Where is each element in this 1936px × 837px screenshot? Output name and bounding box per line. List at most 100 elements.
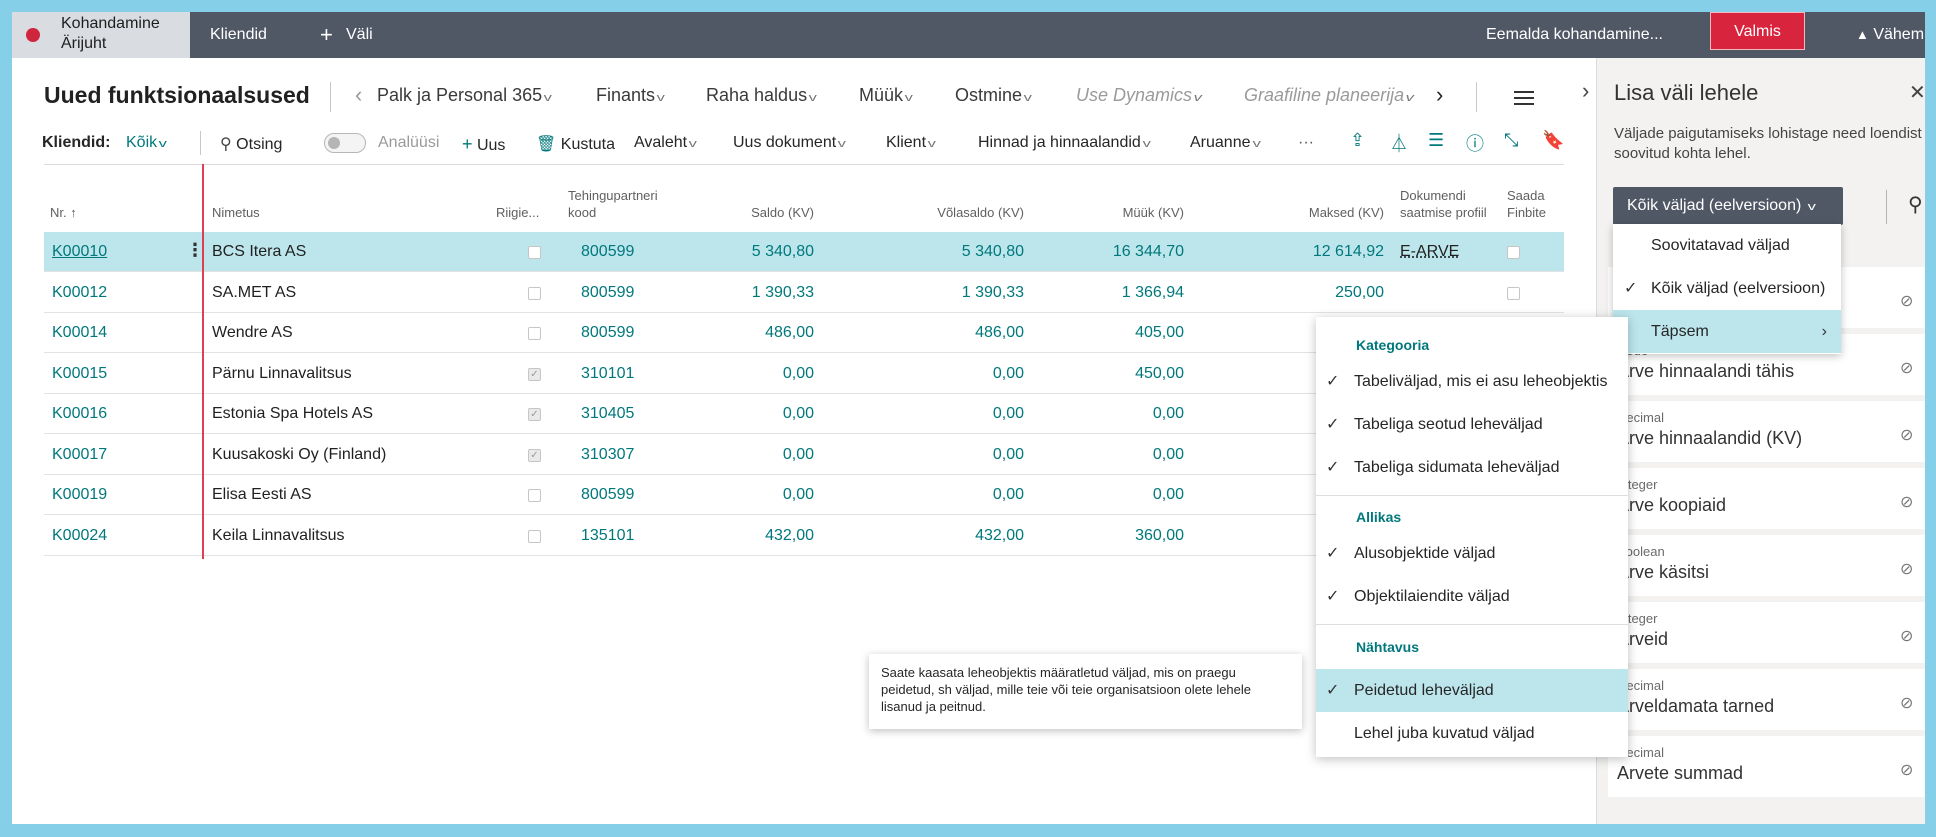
- menu-item-unbound-page-fields[interactable]: ✓ Tabeliga sidumata leheväljad: [1316, 446, 1628, 489]
- balance-value[interactable]: 0,00: [634, 365, 814, 383]
- government-checkbox[interactable]: ✓: [528, 408, 541, 421]
- filter-icon[interactable]: ⏃: [1390, 130, 1408, 156]
- menu-item-recommended[interactable]: Soovitatavad väljad: [1613, 224, 1841, 267]
- analysis-toggle[interactable]: [324, 133, 366, 153]
- eye-hidden-icon[interactable]: ⊘: [1900, 693, 1913, 713]
- col-header-muuk[interactable]: Müük (KV): [1024, 204, 1184, 221]
- government-checkbox[interactable]: ✓: [528, 448, 541, 462]
- nav-muuk[interactable]: Müük v: [859, 85, 913, 106]
- government-checkbox[interactable]: [528, 489, 541, 502]
- eye-hidden-icon[interactable]: ⊘: [1900, 358, 1913, 378]
- field-filter-dropdown[interactable]: Kõik väljad (eelversioon) v: [1613, 187, 1843, 225]
- field-card[interactable]: Boolean Arve käsitsi ⊘: [1608, 535, 1925, 596]
- home-menu[interactable]: Avaleht v: [634, 134, 697, 152]
- nav-graafiline[interactable]: Graafiline planeerija v: [1244, 85, 1414, 106]
- menu-item-advanced[interactable]: Täpsem ›: [1613, 310, 1841, 353]
- sales-value[interactable]: 0,00: [1024, 446, 1184, 464]
- col-header-vola[interactable]: Võlasaldo (KV): [814, 204, 1024, 221]
- balance-value[interactable]: 0,00: [634, 446, 814, 464]
- debt-balance-value[interactable]: 1 390,33: [814, 284, 1024, 302]
- col-header-dok[interactable]: Dokumendi saatmise profiil: [1400, 187, 1487, 221]
- menu-item-hidden-fields[interactable]: ✓ Peidetud leheväljad: [1316, 669, 1628, 712]
- customer-number-link[interactable]: K00015: [52, 365, 107, 383]
- eye-hidden-icon[interactable]: ⊘: [1900, 425, 1913, 445]
- col-header-name[interactable]: Nimetus: [212, 204, 260, 221]
- sales-value[interactable]: 360,00: [1024, 527, 1184, 545]
- debt-balance-value[interactable]: 486,00: [814, 324, 1024, 342]
- sales-value[interactable]: 0,00: [1024, 486, 1184, 504]
- col-header-maksed[interactable]: Maksed (KV): [1184, 204, 1384, 221]
- menu-item-extension-fields[interactable]: ✓ Objektilaiendite väljad: [1316, 575, 1628, 618]
- government-checkbox[interactable]: [528, 246, 541, 259]
- info-icon[interactable]: ⓘ: [1466, 130, 1484, 156]
- plus-icon[interactable]: +: [320, 12, 333, 58]
- balance-value[interactable]: 432,00: [634, 527, 814, 545]
- eye-hidden-icon[interactable]: ⊘: [1900, 559, 1913, 579]
- field-card[interactable]: Integer Arve koopiaid ⊘: [1608, 468, 1925, 529]
- search-icon[interactable]: ⚲: [1908, 192, 1923, 217]
- table-row[interactable]: K00010 ⋮ BCS Itera AS 800599 5 340,80 5 340,8…: [44, 232, 1564, 272]
- hamburger-menu-icon[interactable]: [1514, 91, 1534, 109]
- debt-balance-value[interactable]: 0,00: [814, 405, 1024, 423]
- nav-use-dynamics[interactable]: Use Dynamics v: [1076, 85, 1202, 106]
- government-checkbox[interactable]: [528, 327, 541, 340]
- customer-number-link[interactable]: K00010: [52, 243, 107, 261]
- customer-number-link[interactable]: K00019: [52, 486, 107, 504]
- freeze-column-marker[interactable]: [202, 164, 204, 559]
- less-button[interactable]: ▲ Vähem: [1856, 12, 1924, 58]
- balance-value[interactable]: 1 390,33: [634, 284, 814, 302]
- client-menu[interactable]: Klient v: [886, 134, 936, 152]
- nav-palk[interactable]: Palk ja Personal 365 v: [377, 85, 552, 106]
- debt-balance-value[interactable]: 0,00: [814, 446, 1024, 464]
- balance-value[interactable]: 5 340,80: [634, 243, 814, 261]
- eye-hidden-icon[interactable]: ⊘: [1900, 626, 1913, 646]
- sales-value[interactable]: 450,00: [1024, 365, 1184, 383]
- sales-value[interactable]: 405,00: [1024, 324, 1184, 342]
- payments-value[interactable]: 250,00: [1184, 284, 1384, 302]
- balance-value[interactable]: 0,00: [634, 486, 814, 504]
- list-view-icon[interactable]: ☰: [1428, 130, 1444, 151]
- collapse-icon[interactable]: ⤡: [1504, 130, 1518, 151]
- eye-hidden-icon[interactable]: ⊘: [1900, 492, 1913, 512]
- balance-value[interactable]: 0,00: [634, 405, 814, 423]
- menu-item-base-object-fields[interactable]: ✓ Alusobjektide väljad: [1316, 532, 1628, 575]
- prices-menu[interactable]: Hinnad ja hinnaalandid v: [978, 134, 1151, 152]
- col-header-saldo[interactable]: Saldo (KV): [634, 204, 814, 221]
- delete-button[interactable]: 🗑 Kustuta: [536, 134, 615, 154]
- eye-hidden-icon[interactable]: ⊘: [1900, 760, 1913, 780]
- payments-value[interactable]: 12 614,92: [1184, 243, 1384, 261]
- field-card[interactable]: Decimal Arveldamata tarned ⊘: [1608, 669, 1925, 730]
- col-header-riigi[interactable]: Riigie...: [496, 204, 539, 221]
- report-menu[interactable]: Aruanne v: [1190, 134, 1260, 152]
- debt-balance-value[interactable]: 0,00: [814, 486, 1024, 504]
- debt-balance-value[interactable]: 432,00: [814, 527, 1024, 545]
- remove-customization-button[interactable]: Eemalda kohandamine...: [1486, 12, 1663, 58]
- nav-ostmine[interactable]: Ostmine v: [955, 85, 1032, 106]
- government-checkbox[interactable]: ✓: [528, 367, 541, 381]
- field-card[interactable]: Decimal Arve hinnaalandid (KV) ⊘: [1608, 401, 1925, 462]
- debt-balance-value[interactable]: 0,00: [814, 365, 1024, 383]
- bookmark-icon[interactable]: 🔖: [1542, 130, 1564, 151]
- document-profile[interactable]: E-ARVE: [1400, 243, 1459, 261]
- new-button[interactable]: + Uus: [462, 134, 505, 155]
- finbite-checkbox[interactable]: [1507, 246, 1520, 259]
- nav-finants[interactable]: Finants v: [596, 85, 665, 106]
- balance-value[interactable]: 486,00: [634, 324, 814, 342]
- debt-balance-value[interactable]: 5 340,80: [814, 243, 1024, 261]
- field-card[interactable]: Integer Arveid ⊘: [1608, 602, 1925, 663]
- customer-number-link[interactable]: K00014: [52, 324, 107, 342]
- tab-kliendid[interactable]: Kliendid: [210, 12, 267, 58]
- menu-item-visible-fields[interactable]: Lehel juba kuvatud väljad: [1316, 712, 1628, 755]
- menu-item-all-fields[interactable]: ✓ Kõik väljad (eelversioon): [1613, 267, 1841, 310]
- table-row[interactable]: K00012 SA.MET AS 800599 1 390,33 1 390,33 1 3…: [44, 273, 1564, 313]
- col-header-finb[interactable]: Saada Finbite: [1507, 187, 1546, 221]
- col-header-nr[interactable]: Nr. ↑: [50, 204, 77, 221]
- new-document-menu[interactable]: Uus dokument v: [733, 134, 846, 152]
- nav-raha-haldus[interactable]: Raha haldus v: [706, 85, 817, 106]
- field-card[interactable]: Decimal Arvete summad ⊘: [1608, 736, 1925, 797]
- eye-hidden-icon[interactable]: ⊘: [1900, 291, 1913, 311]
- add-field-button[interactable]: Väli: [346, 12, 373, 58]
- view-selector[interactable]: Kõik v: [126, 134, 167, 152]
- nav-previous-icon[interactable]: ‹: [355, 82, 362, 108]
- customer-number-link[interactable]: K00012: [52, 284, 107, 302]
